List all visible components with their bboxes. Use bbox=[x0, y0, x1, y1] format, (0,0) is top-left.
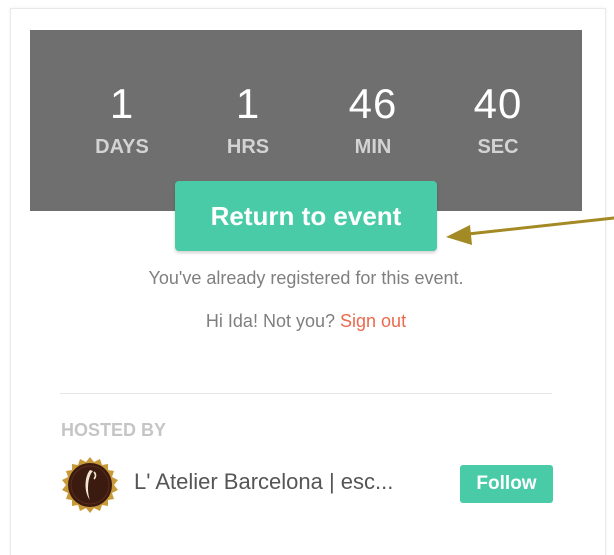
greeting-text: Hi Ida! Not you? bbox=[205, 311, 335, 331]
registered-message: You've already registered for this event… bbox=[148, 268, 464, 288]
user-greeting: Hi Ida! Not you? Sign out bbox=[30, 311, 582, 332]
screen: 1 DAYS 1 HRS 46 MIN 40 SEC Return to eve… bbox=[0, 0, 614, 555]
countdown-hours-value: 1 bbox=[235, 80, 261, 127]
countdown-seconds: 40 SEC bbox=[448, 78, 548, 160]
hosted-by-heading: HOSTED BY bbox=[61, 420, 167, 440]
host-name[interactable]: L' Atelier Barcelona | esc... bbox=[134, 469, 444, 495]
countdown-minutes-value: 46 bbox=[348, 80, 398, 127]
countdown-days-value: 1 bbox=[109, 80, 135, 127]
countdown-days-label: DAYS bbox=[95, 136, 149, 158]
sign-out-link[interactable]: Sign out bbox=[340, 311, 406, 331]
countdown-days: 1 DAYS bbox=[72, 78, 172, 160]
section-divider bbox=[60, 393, 552, 394]
countdown-minutes-label: MIN bbox=[354, 136, 392, 158]
countdown-seconds-value: 40 bbox=[473, 80, 523, 127]
arrow-left-icon bbox=[446, 216, 614, 245]
atelier-logo-icon[interactable] bbox=[60, 455, 120, 515]
countdown-seconds-label: SEC bbox=[477, 136, 519, 158]
follow-button[interactable]: Follow bbox=[460, 465, 553, 503]
return-to-event-button[interactable]: Return to event bbox=[175, 181, 437, 251]
countdown-hours: 1 HRS bbox=[198, 78, 298, 160]
countdown-hours-label: HRS bbox=[226, 136, 270, 158]
countdown-minutes: 46 MIN bbox=[323, 78, 423, 160]
